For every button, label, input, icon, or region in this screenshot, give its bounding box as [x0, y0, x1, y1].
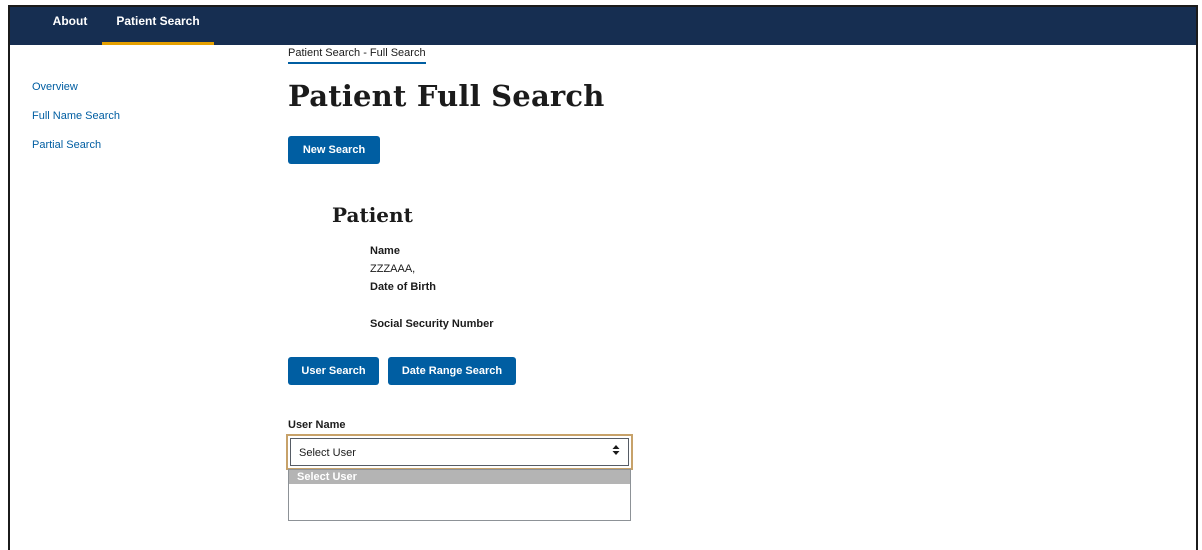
sort-arrows-icon [612, 444, 620, 457]
page-title: Patient Full Search [288, 79, 605, 113]
patient-section-heading: Patient [332, 203, 413, 227]
dropdown-option-select-user[interactable]: Select User [289, 470, 630, 484]
browser-viewport: About Patient Search Overview Full Name … [8, 5, 1198, 550]
patient-name-label: Name [370, 245, 400, 257]
new-search-button[interactable]: New Search [288, 136, 380, 164]
sidebar-item-full-name-search[interactable]: Full Name Search [32, 110, 120, 122]
top-navigation-bar: About Patient Search [10, 7, 1196, 45]
date-of-birth-label: Date of Birth [370, 281, 436, 293]
patient-name-value: ZZZAAA, [370, 263, 416, 275]
user-name-label: User Name [288, 419, 346, 431]
user-search-button[interactable]: User Search [288, 357, 379, 385]
nav-item-about[interactable]: About [40, 7, 100, 45]
date-range-search-button[interactable]: Date Range Search [388, 357, 516, 385]
sidebar-item-overview[interactable]: Overview [32, 81, 120, 93]
select-field: Select User [290, 438, 629, 466]
select-selected-value: Select User [299, 447, 356, 459]
user-name-select[interactable]: Select User [286, 434, 633, 470]
ssn-label: Social Security Number [370, 318, 494, 330]
sidebar-item-partial-search[interactable]: Partial Search [32, 139, 120, 151]
nav-item-patient-search[interactable]: Patient Search [102, 7, 214, 45]
breadcrumb[interactable]: Patient Search - Full Search [288, 47, 426, 64]
sidebar-navigation: Overview Full Name Search Partial Search [32, 81, 120, 168]
user-select-dropdown-list: Select User [288, 469, 631, 521]
